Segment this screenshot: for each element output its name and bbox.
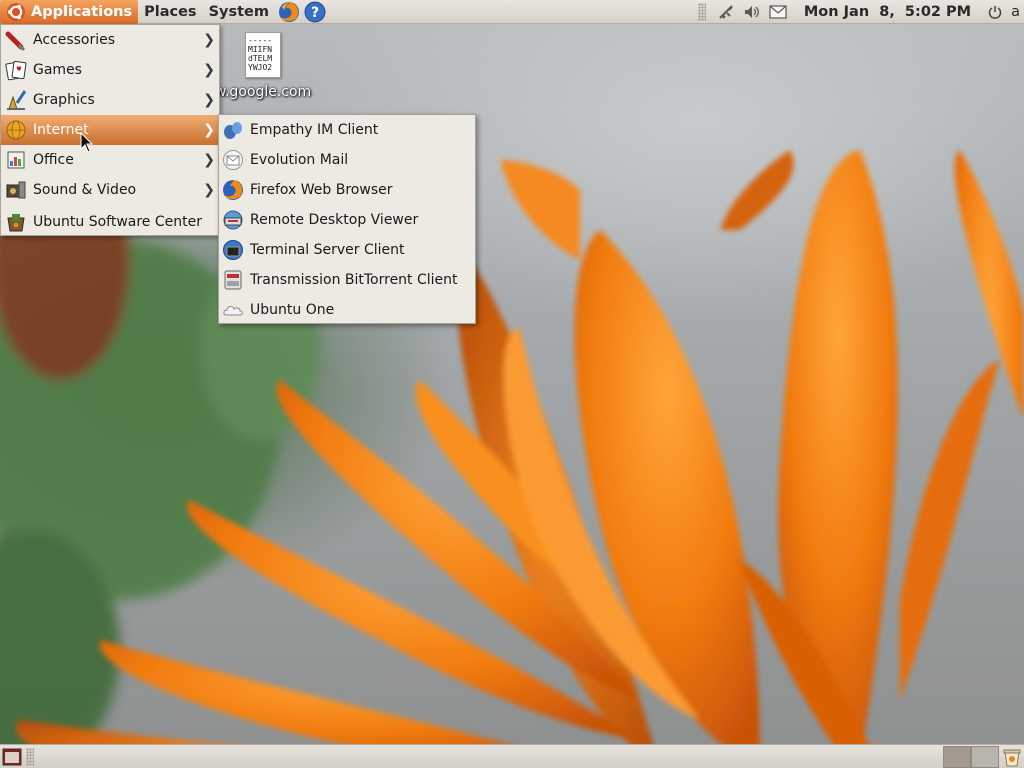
desktop-file-icon[interactable]: ----- MIIFN dTELM YWJO2 w.google.com <box>214 32 312 100</box>
workspace-1[interactable] <box>943 745 971 768</box>
firefox-launcher[interactable] <box>277 0 301 24</box>
volume-icon[interactable] <box>742 2 762 22</box>
bottom-panel <box>0 744 1024 768</box>
terminal-server-icon <box>222 239 244 261</box>
panel-handle[interactable] <box>26 747 34 766</box>
menu-item-accessories[interactable]: Accessories ❯ <box>1 25 219 55</box>
applications-menu-label: Applications <box>31 3 133 20</box>
top-panel: Applications Places System ? Mon Jan 8, … <box>0 0 1024 24</box>
submenu-item-label: Firefox Web Browser <box>250 182 393 198</box>
power-icon[interactable] <box>985 2 1005 22</box>
network-icon[interactable] <box>716 2 736 22</box>
submenu-item-label: Terminal Server Client <box>250 242 405 258</box>
empathy-icon <box>222 119 244 141</box>
chevron-right-icon: ❯ <box>203 152 215 168</box>
accessories-icon <box>5 29 27 51</box>
applications-menu-button[interactable]: Applications <box>0 0 139 24</box>
software-center-icon <box>5 211 27 233</box>
menu-item-office[interactable]: Office ❯ <box>1 145 219 175</box>
workspace-switcher <box>943 745 999 768</box>
mouse-cursor-icon <box>80 132 94 153</box>
trash-button[interactable] <box>1001 746 1023 768</box>
places-menu-button[interactable]: Places <box>138 0 202 24</box>
menu-item-sound-video[interactable]: Sound & Video ❯ <box>1 175 219 205</box>
certificate-file-thumbnail: ----- MIIFN dTELM YWJO2 <box>245 32 281 78</box>
submenu-item-label: Empathy IM Client <box>250 122 379 138</box>
submenu-item-label: Remote Desktop Viewer <box>250 212 419 228</box>
ubuntu-one-icon <box>222 299 244 321</box>
menu-item-label: Accessories <box>33 32 116 48</box>
chevron-right-icon: ❯ <box>203 32 215 48</box>
submenu-item-label: Transmission BitTorrent Client <box>250 272 458 288</box>
chevron-right-icon: ❯ <box>203 122 215 138</box>
submenu-item-evolution-mail[interactable]: Evolution Mail <box>219 145 475 175</box>
tray-handle[interactable] <box>697 2 706 21</box>
places-menu-label: Places <box>144 3 197 20</box>
submenu-item-remote-desktop[interactable]: Remote Desktop Viewer <box>219 205 475 235</box>
ubuntu-logo-icon <box>7 2 25 21</box>
applications-menu: Accessories ❯ Games ❯ Graphics ❯ Interne… <box>0 24 220 236</box>
games-icon <box>5 59 27 81</box>
desktop-file-label: w.google.com <box>214 84 312 100</box>
evolution-mail-icon <box>222 149 244 171</box>
sound-video-icon <box>5 179 27 201</box>
chevron-right-icon: ❯ <box>203 62 215 78</box>
remote-desktop-icon <box>222 209 244 231</box>
firefox-icon <box>222 179 244 201</box>
show-desktop-icon <box>2 748 22 765</box>
submenu-item-ubuntu-one[interactable]: Ubuntu One <box>219 295 475 325</box>
chevron-right-icon: ❯ <box>203 92 215 108</box>
office-icon <box>5 149 27 171</box>
submenu-item-label: Ubuntu One <box>250 302 335 318</box>
submenu-item-terminal-server[interactable]: Terminal Server Client <box>219 235 475 265</box>
graphics-icon <box>5 89 27 111</box>
system-menu-button[interactable]: System <box>203 0 275 24</box>
menu-item-label: Ubuntu Software Center <box>33 214 202 230</box>
mail-indicator-icon[interactable] <box>768 2 788 22</box>
menu-item-internet[interactable]: Internet ❯ <box>1 115 219 145</box>
submenu-item-label: Evolution Mail <box>250 152 349 168</box>
menu-item-graphics[interactable]: Graphics ❯ <box>1 85 219 115</box>
menu-item-games[interactable]: Games ❯ <box>1 55 219 85</box>
transmission-icon <box>222 269 244 291</box>
submenu-item-transmission[interactable]: Transmission BitTorrent Client <box>219 265 475 295</box>
chevron-right-icon: ❯ <box>203 182 215 198</box>
show-desktop-button[interactable] <box>1 746 23 768</box>
internet-submenu: Empathy IM Client Evolution Mail Firefox… <box>218 114 476 324</box>
firefox-icon <box>278 1 299 22</box>
user-menu-label[interactable]: a <box>1011 4 1020 20</box>
system-menu-label: System <box>208 3 269 20</box>
menu-item-label: Sound & Video <box>33 182 137 198</box>
clock[interactable]: Mon Jan 8, 5:02 PM <box>804 4 971 20</box>
menu-item-label: Graphics <box>33 92 95 108</box>
trash-icon <box>1003 749 1021 766</box>
workspace-2[interactable] <box>971 745 999 768</box>
help-launcher[interactable]: ? <box>303 0 327 24</box>
menu-item-label: Games <box>33 62 82 78</box>
internet-icon <box>5 119 27 141</box>
menu-item-ubuntu-software-center[interactable]: Ubuntu Software Center <box>1 205 219 239</box>
svg-text:?: ? <box>311 5 319 21</box>
submenu-item-firefox[interactable]: Firefox Web Browser <box>219 175 475 205</box>
help-icon: ? <box>304 1 326 22</box>
submenu-item-empathy[interactable]: Empathy IM Client <box>219 115 475 145</box>
menu-item-label: Office <box>33 152 74 168</box>
system-tray: Mon Jan 8, 5:02 PM a <box>697 0 1024 24</box>
